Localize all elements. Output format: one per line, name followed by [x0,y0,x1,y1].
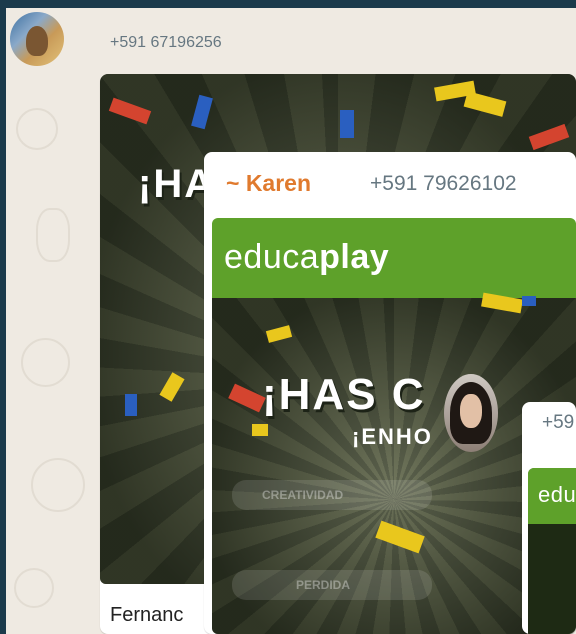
logo-educa: educa [224,238,320,276]
confetti [340,110,354,138]
sender-phone[interactable]: +591 67196256 [110,34,222,52]
wallpaper-doodle [14,568,54,608]
result-subheadline: ¡ENHO [352,424,433,449]
wallpaper-doodle [31,458,85,512]
message-bubble[interactable]: ~ Karen +591 79626102 educaplay ¡HAS C ¡… [204,152,576,634]
wallpaper-doodle [36,208,70,262]
message-caption: Fernanc [110,604,184,626]
message-bubble[interactable]: +59 edu [522,402,576,634]
wallpaper-doodle [21,338,70,387]
sender-name[interactable]: ~ Karen [226,170,311,197]
confetti [522,296,536,306]
avatar-face [460,394,482,428]
avatar-figure [26,26,48,56]
sender-phone[interactable]: +591 79626102 [370,172,517,196]
educaplay-logo: edu [538,482,576,507]
sender-phone[interactable]: +59 [542,412,574,434]
wallpaper-doodle [16,108,58,150]
avatar[interactable] [10,12,64,66]
stat-label: PERDIDA [296,578,351,592]
dark-panel [528,524,576,634]
educaplay-logo: educaplay [224,238,389,277]
image-attachment[interactable]: edu [528,468,576,634]
stat-label: CREATIVIDAD [262,488,344,502]
result-headline: ¡HAS C [262,370,426,419]
avatar[interactable] [444,374,498,452]
logo-play: play [319,238,390,276]
confetti [252,424,268,436]
confetti [125,394,137,416]
